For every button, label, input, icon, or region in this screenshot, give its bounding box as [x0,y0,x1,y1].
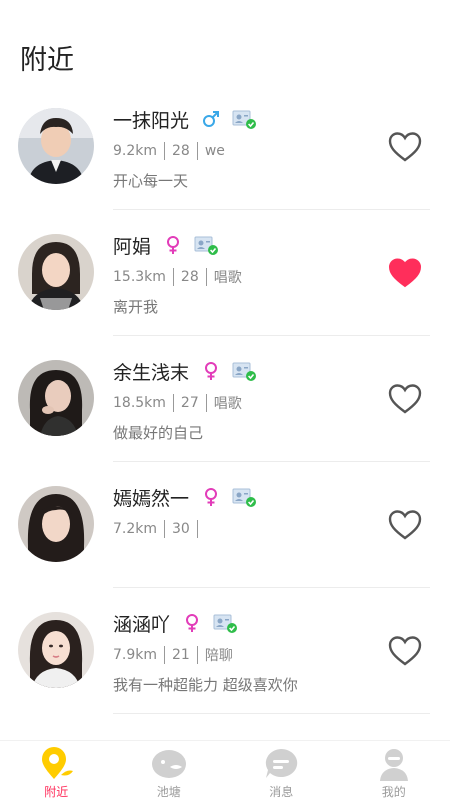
like-button[interactable] [388,383,422,415]
fish-icon [150,747,188,781]
verified-badge-icon [232,361,257,381]
tab-label: 附近 [44,785,69,799]
tab-pond[interactable]: 池塘 [113,741,226,800]
divider [196,520,198,538]
female-icon [202,361,220,381]
verified-badge-icon [232,487,257,507]
avatar[interactable] [18,360,94,436]
list-item[interactable]: 涵涵吖 7.9km 21 陪聊 我有一种超能力 超级喜欢你 [0,588,450,714]
heart-outline-icon [388,384,422,414]
user-name: 涵涵吖 [113,613,171,636]
tag-text: we [204,143,225,159]
divider [205,394,207,412]
female-icon [164,235,182,255]
age-text: 30 [172,521,190,537]
verified-badge-icon [232,109,257,129]
location-pin-icon [37,747,75,781]
distance-text: 15.3km [113,269,166,285]
age-text: 28 [172,143,190,159]
divider [172,394,174,412]
user-bio: 离开我 [113,298,159,316]
avatar[interactable] [18,612,94,688]
header: 附近 [20,38,74,77]
user-bio: 做最好的自己 [113,424,204,442]
tab-profile[interactable]: 我的 [338,741,450,800]
user-name: 余生浅末 [113,361,190,384]
tag-text: 陪聊 [204,648,233,664]
divider [172,268,174,286]
user-bio [113,548,380,570]
user-bio: 开心每一天 [113,172,189,190]
list-item[interactable]: 嫣嫣然一 7.2km 30 [0,462,450,588]
heart-outline-icon [388,510,422,540]
list-item[interactable]: 阿娟 15.3km 28 唱歌 离开我 [0,210,450,336]
distance-text: 7.2km [113,521,158,537]
tab-label: 我的 [381,785,406,799]
divider [164,520,166,538]
heart-outline-icon [388,132,422,162]
user-icon [375,747,413,781]
list-item[interactable]: 一抹阳光 9.2km 28 we 开心每一天 [0,84,450,210]
user-bio: 我有一种超能力 超级喜欢你 [113,676,298,694]
avatar[interactable] [18,486,94,562]
list-item[interactable]: 余生浅末 18.5km 27 唱歌 做最好的自己 [0,336,450,462]
distance-text: 7.9km [113,647,158,663]
male-icon [202,109,220,129]
female-icon [183,613,201,633]
divider [205,268,207,286]
divider [196,646,198,664]
tag-text: 唱歌 [213,396,242,412]
age-text: 21 [172,647,190,663]
tab-label: 消息 [269,785,294,799]
age-text: 27 [180,395,199,411]
heart-outline-icon [388,636,422,666]
tab-nearby[interactable]: 附近 [0,741,113,800]
chat-bubble-icon [262,747,300,781]
verified-badge-icon [194,235,219,255]
user-name: 一抹阳光 [113,109,190,132]
heart-filled-icon [388,258,422,288]
like-button[interactable] [388,635,422,667]
row-divider [113,713,430,714]
distance-text: 9.2km [113,143,158,159]
avatar[interactable] [18,234,94,310]
distance-text: 18.5km [113,395,166,411]
verified-badge-icon [213,613,238,633]
tab-label: 池塘 [156,785,181,799]
female-icon [202,487,220,507]
divider [164,142,166,160]
like-button[interactable] [388,509,422,541]
divider [196,142,198,160]
user-name: 嫣嫣然一 [113,487,190,510]
divider [164,646,166,664]
like-button[interactable] [388,257,422,289]
user-list: 一抹阳光 9.2km 28 we 开心每一天 阿娟 15.3km 28 唱歌 离… [0,84,450,714]
user-name: 阿娟 [113,235,152,258]
bottom-tab-bar: 附近 池塘 消息 我的 [0,740,450,800]
page-title: 附近 [20,45,74,76]
like-button[interactable] [388,131,422,163]
tab-messages[interactable]: 消息 [225,741,338,800]
age-text: 28 [180,269,199,285]
avatar[interactable] [18,108,94,184]
tag-text: 唱歌 [213,270,242,286]
